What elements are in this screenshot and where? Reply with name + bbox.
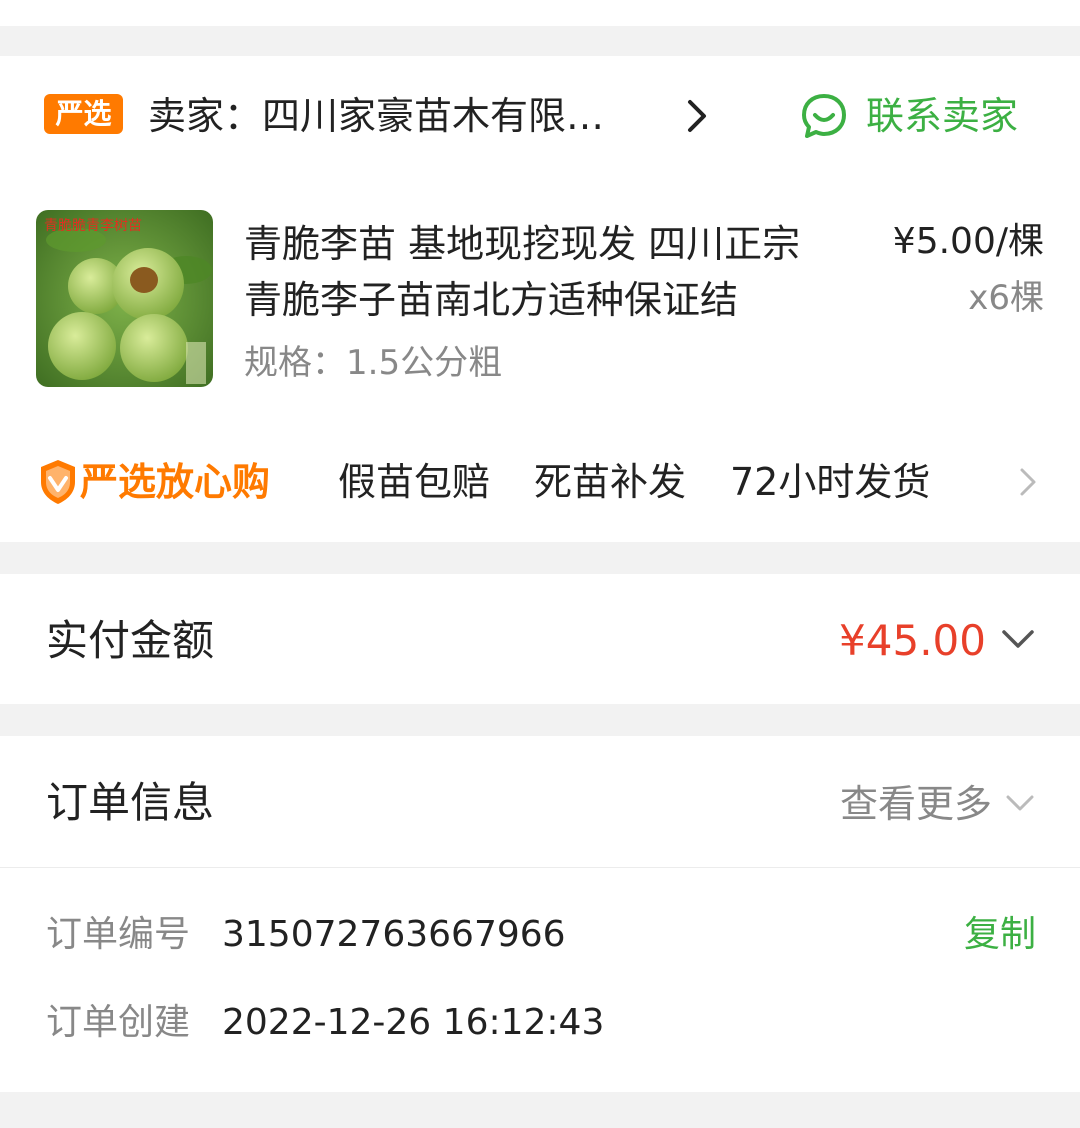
- order-created-value: 2022-12-26 16:12:43: [222, 1002, 605, 1043]
- view-more-link[interactable]: 查看更多: [840, 778, 992, 830]
- chat-icon: [802, 94, 846, 138]
- chevron-down-icon[interactable]: [1000, 626, 1036, 652]
- product-unit-price: ¥5.00/棵: [892, 221, 1044, 262]
- chevron-right-icon[interactable]: [1016, 464, 1040, 500]
- copy-button[interactable]: 复制: [964, 910, 1036, 960]
- chevron-right-icon[interactable]: [682, 96, 712, 136]
- image-caption: 青脆脆青李树苗: [44, 217, 142, 234]
- order-info-header[interactable]: 订单信息 查看更多: [0, 736, 1080, 868]
- order-info-card: 订单信息 查看更多 订单编号 315072763667966 复制 订单创建 2…: [0, 736, 1080, 1092]
- order-created-row: 订单创建 2022-12-26 16:12:43: [46, 998, 1036, 1048]
- shield-icon: [41, 460, 75, 504]
- top-strip: [0, 0, 1080, 26]
- guarantee-item: 72小时发货: [730, 460, 931, 504]
- order-created-label: 订单创建: [46, 1002, 191, 1043]
- guarantee-item: 假苗包赔: [338, 460, 491, 504]
- order-number-row: 订单编号 315072763667966 复制: [46, 910, 1036, 960]
- payment-amount: ¥45.00: [839, 616, 986, 665]
- plum-fruit-image: 青脆脆青李树苗: [36, 210, 213, 387]
- order-number-label: 订单编号: [46, 914, 191, 955]
- guarantee-brand: 严选放心购: [80, 460, 271, 504]
- payment-card[interactable]: 实付金额 ¥45.00: [0, 574, 1080, 704]
- chevron-down-icon[interactable]: [1004, 792, 1036, 816]
- seller-card: 严选 卖家：四川家豪苗木有限… 联系卖家 青脆脆青李树苗 青脆李苗 基地现挖现发…: [0, 56, 1080, 542]
- order-number-value: 315072763667966: [222, 914, 566, 955]
- order-info-title: 订单信息: [46, 778, 215, 827]
- product-spec: 规格：1.5公分粗: [244, 343, 503, 383]
- product-title[interactable]: 青脆李苗 基地现挖现发 四川正宗青脆李子苗南北方适种保证结: [244, 216, 834, 328]
- yanxuan-badge: 严选: [44, 94, 123, 134]
- order-detail-page: 严选 卖家：四川家豪苗木有限… 联系卖家 青脆脆青李树苗 青脆李苗 基地现挖现发…: [0, 0, 1080, 1128]
- seller-row[interactable]: 严选 卖家：四川家豪苗木有限… 联系卖家: [0, 56, 1080, 178]
- guarantee-item: 死苗补发: [534, 460, 687, 504]
- seller-name[interactable]: 卖家：四川家豪苗木有限…: [148, 92, 604, 140]
- guarantee-row[interactable]: 严选放心购 假苗包赔 死苗补发 72小时发货: [0, 452, 1080, 522]
- contact-seller-label: 联系卖家: [866, 94, 1019, 138]
- product-image[interactable]: 青脆脆青李树苗: [36, 210, 213, 387]
- payment-label: 实付金额: [46, 616, 215, 665]
- product-quantity: x6棵: [968, 278, 1044, 318]
